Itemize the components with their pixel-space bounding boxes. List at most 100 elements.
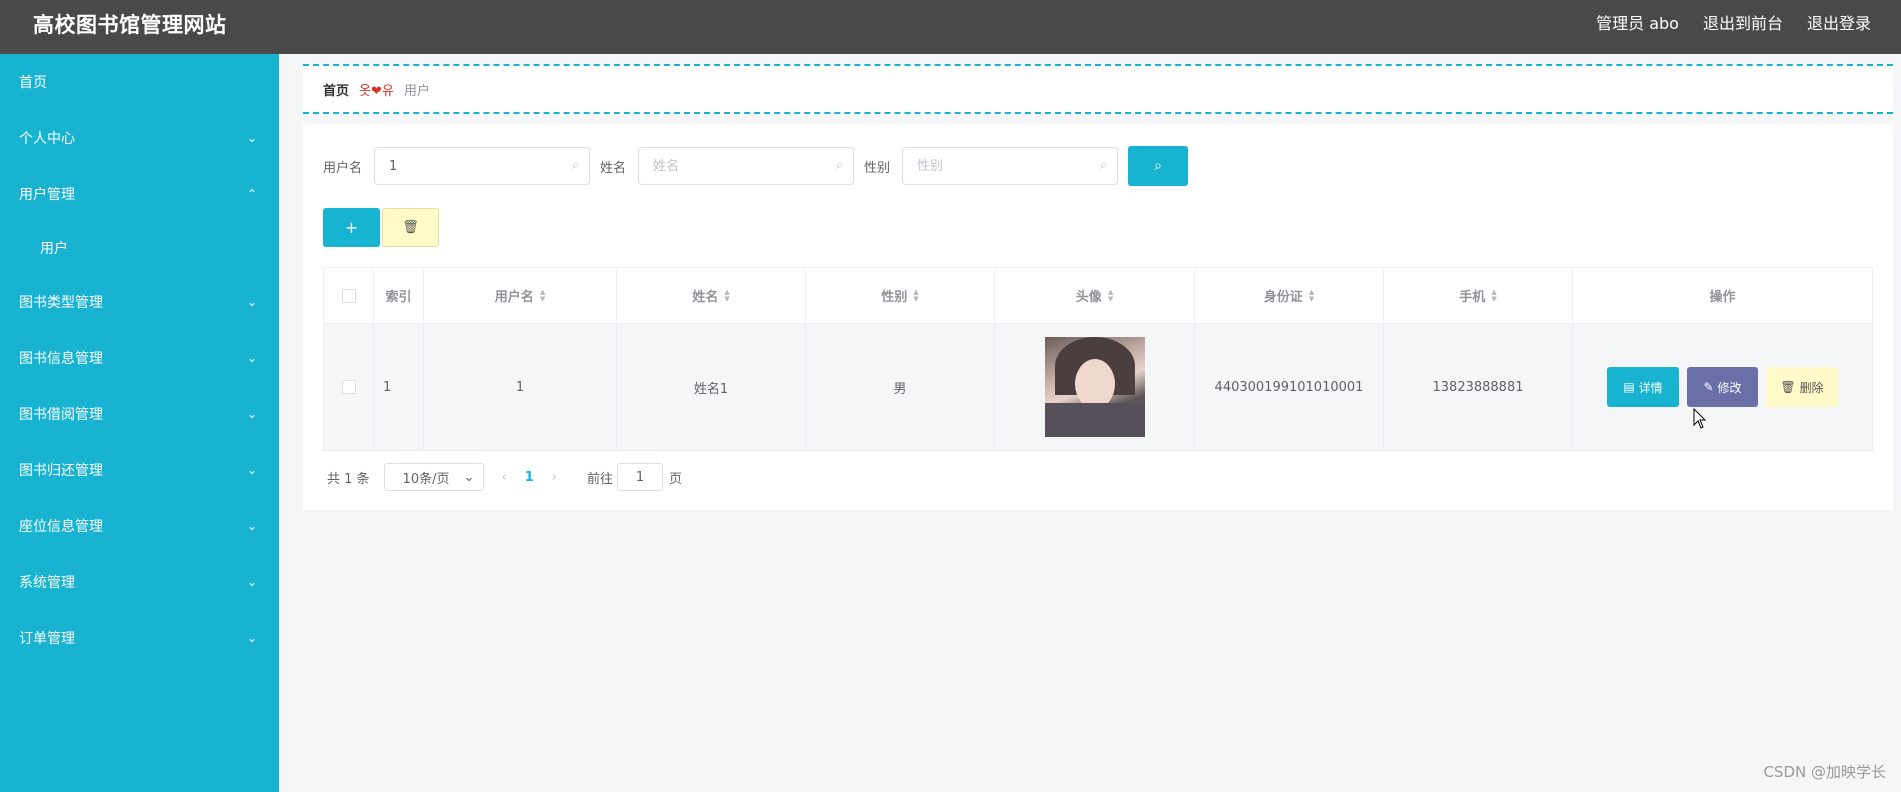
main-content: 首页 옷❤유 用户 用户名 ⌕ 姓名 ⌕ 性别 ⌕ ⌕	[303, 64, 1893, 510]
sidebar-item-book-info[interactable]: 图书信息管理 ⌄	[0, 330, 279, 386]
sidebar-item-book-borrow[interactable]: 图书借阅管理 ⌄	[0, 386, 279, 442]
add-button[interactable]: +	[323, 208, 380, 247]
prev-page-icon[interactable]: ‹	[502, 470, 507, 485]
trash-icon: 🗑	[402, 220, 419, 235]
chevron-up-icon: ⌃	[246, 187, 258, 201]
sort-icon[interactable]: ▲ ▼	[1108, 288, 1113, 303]
page-number[interactable]: 1	[525, 470, 534, 485]
header-idcard[interactable]: 身份证 ▲ ▼	[1195, 268, 1384, 323]
pencil-icon: ✎	[1703, 380, 1714, 394]
cell-phone: 13823888881	[1384, 324, 1573, 450]
document-icon: ▤	[1623, 380, 1635, 394]
search-button[interactable]: ⌕	[1128, 146, 1189, 186]
username-input-wrap: ⌕	[374, 147, 591, 185]
sidebar-item-personal-center[interactable]: 个人中心 ⌄	[0, 110, 279, 166]
chevron-down-icon: ⌄	[463, 469, 475, 485]
header-name[interactable]: 姓名 ▲ ▼	[617, 268, 806, 323]
chevron-down-icon: ⌄	[246, 131, 258, 145]
username-input[interactable]	[375, 148, 590, 184]
username-label: 用户名	[323, 160, 363, 176]
chevron-down-icon: ⌄	[246, 351, 258, 365]
chevron-down-icon: ⌄	[246, 407, 258, 421]
cell-username: 1	[424, 324, 617, 450]
mouse-cursor-icon	[1693, 408, 1707, 429]
sidebar-item-orders[interactable]: 订单管理 ⌄	[0, 610, 279, 666]
plus-icon: +	[344, 218, 359, 237]
cell-index: 1	[374, 324, 424, 450]
goto-page-input[interactable]: 1	[617, 463, 664, 491]
sidebar-item-user-management[interactable]: 用户管理 ⌃	[0, 166, 279, 222]
sidebar-item-home[interactable]: 首页	[0, 54, 279, 110]
name-input[interactable]	[639, 148, 854, 184]
chevron-down-icon: ⌄	[246, 575, 258, 589]
chevron-down-icon: ⌄	[246, 295, 258, 309]
sort-icon[interactable]: ▲ ▼	[1491, 288, 1496, 303]
search-icon: ⌕	[571, 158, 580, 173]
action-bar: + 🗑	[323, 208, 439, 247]
edit-button[interactable]: ✎ 修改	[1687, 367, 1758, 407]
checkbox[interactable]	[341, 288, 356, 303]
table-header: 索引 用户名 ▲ ▼ 姓名 ▲ ▼ 性别 ▲ ▼ 头像 ▲ ▼ 身份证 ▲ ▼ 手机 ▲ ▼ 操作	[324, 268, 1872, 324]
admin-label: 管理员 abo	[1596, 14, 1679, 33]
chevron-down-icon: ⌄	[246, 463, 258, 477]
checkbox[interactable]	[341, 380, 356, 394]
batch-delete-button[interactable]: 🗑	[382, 208, 439, 247]
sort-icon[interactable]: ▲ ▼	[724, 288, 729, 303]
header-index: 索引	[374, 268, 424, 323]
sort-icon[interactable]: ▲ ▼	[540, 288, 545, 303]
page-size-select[interactable]: 10条/页 ⌄	[383, 463, 484, 491]
sort-icon[interactable]: ▲ ▼	[913, 288, 918, 303]
page-suffix: 页	[669, 471, 683, 487]
header-username[interactable]: 用户名 ▲ ▼	[424, 268, 617, 323]
gender-input[interactable]	[903, 148, 1118, 184]
breadcrumb-separator: 옷❤유	[359, 83, 394, 99]
chevron-down-icon: ⌄	[246, 519, 258, 533]
breadcrumb: 首页 옷❤유 用户	[303, 64, 1893, 114]
user-table: 索引 用户名 ▲ ▼ 姓名 ▲ ▼ 性别 ▲ ▼ 头像 ▲ ▼ 身份证 ▲ ▼ 手机 ▲ ▼ 操作 1 …	[323, 267, 1873, 451]
delete-button[interactable]: 🗑 删除	[1766, 367, 1838, 407]
user-panel: 用户名 ⌕ 姓名 ⌕ 性别 ⌕ ⌕ + 🗑	[303, 124, 1893, 510]
header-gender[interactable]: 性别 ▲ ▼	[806, 268, 995, 323]
cell-avatar	[995, 324, 1195, 450]
header-select-all[interactable]	[324, 268, 374, 323]
sidebar-subitem-user[interactable]: 用户	[0, 222, 279, 274]
next-page-icon[interactable]: ›	[552, 470, 557, 485]
sidebar: 首页 个人中心 ⌄ 用户管理 ⌃ 用户 图书类型管理 ⌄ 图书信息管理 ⌄ 图书…	[0, 54, 279, 792]
header-phone[interactable]: 手机 ▲ ▼	[1384, 268, 1573, 323]
gender-input-wrap: ⌕	[902, 147, 1119, 185]
goto-label: 前往	[587, 471, 614, 487]
watermark: CSDN @加映学长	[1763, 763, 1886, 781]
search-form: 用户名 ⌕ 姓名 ⌕ 性别 ⌕ ⌕	[323, 146, 1189, 186]
breadcrumb-current: 用户	[403, 83, 430, 99]
sidebar-item-system[interactable]: 系统管理 ⌄	[0, 554, 279, 610]
name-label: 姓名	[600, 160, 627, 176]
detail-button[interactable]: ▤ 详情	[1607, 367, 1679, 407]
sort-icon[interactable]: ▲ ▼	[1309, 288, 1314, 303]
search-icon: ⌕	[1099, 158, 1108, 173]
search-icon: ⌕	[1154, 158, 1162, 174]
avatar[interactable]	[1044, 337, 1145, 437]
pagination: 共 1 条 10条/页 ⌄ ‹ 1 › 前往 1 页	[327, 463, 682, 491]
table-row: 1 1 姓名1 男 440300199101010001 13823888881	[324, 324, 1872, 450]
name-input-wrap: ⌕	[638, 147, 855, 185]
exit-to-front-link[interactable]: 退出到前台	[1703, 10, 1783, 34]
site-title: 高校图书馆管理网站	[33, 13, 227, 37]
header-avatar[interactable]: 头像 ▲ ▼	[995, 268, 1195, 323]
cell-idcard: 440300199101010001	[1195, 324, 1384, 450]
trash-icon: 🗑	[1780, 380, 1796, 394]
sidebar-item-book-return[interactable]: 图书归还管理 ⌄	[0, 442, 279, 498]
top-bar: 高校图书馆管理网站 管理员 abo 退出到前台 退出登录	[0, 0, 1901, 54]
cell-name: 姓名1	[617, 324, 806, 450]
logout-link[interactable]: 退出登录	[1807, 10, 1871, 34]
sidebar-item-seat-info[interactable]: 座位信息管理 ⌄	[0, 498, 279, 554]
gender-label: 性别	[864, 160, 891, 176]
search-icon: ⌕	[835, 158, 844, 173]
cell-actions: ▤ 详情 ✎ 修改 🗑 删除	[1573, 324, 1872, 450]
chevron-down-icon: ⌄	[246, 631, 258, 645]
row-select[interactable]	[324, 324, 374, 450]
breadcrumb-home[interactable]: 首页	[323, 80, 349, 99]
cell-gender: 男	[806, 324, 995, 450]
sidebar-item-book-type[interactable]: 图书类型管理 ⌄	[0, 274, 279, 330]
header-actions: 操作	[1709, 290, 1736, 305]
total-count: 共 1 条	[327, 471, 370, 487]
